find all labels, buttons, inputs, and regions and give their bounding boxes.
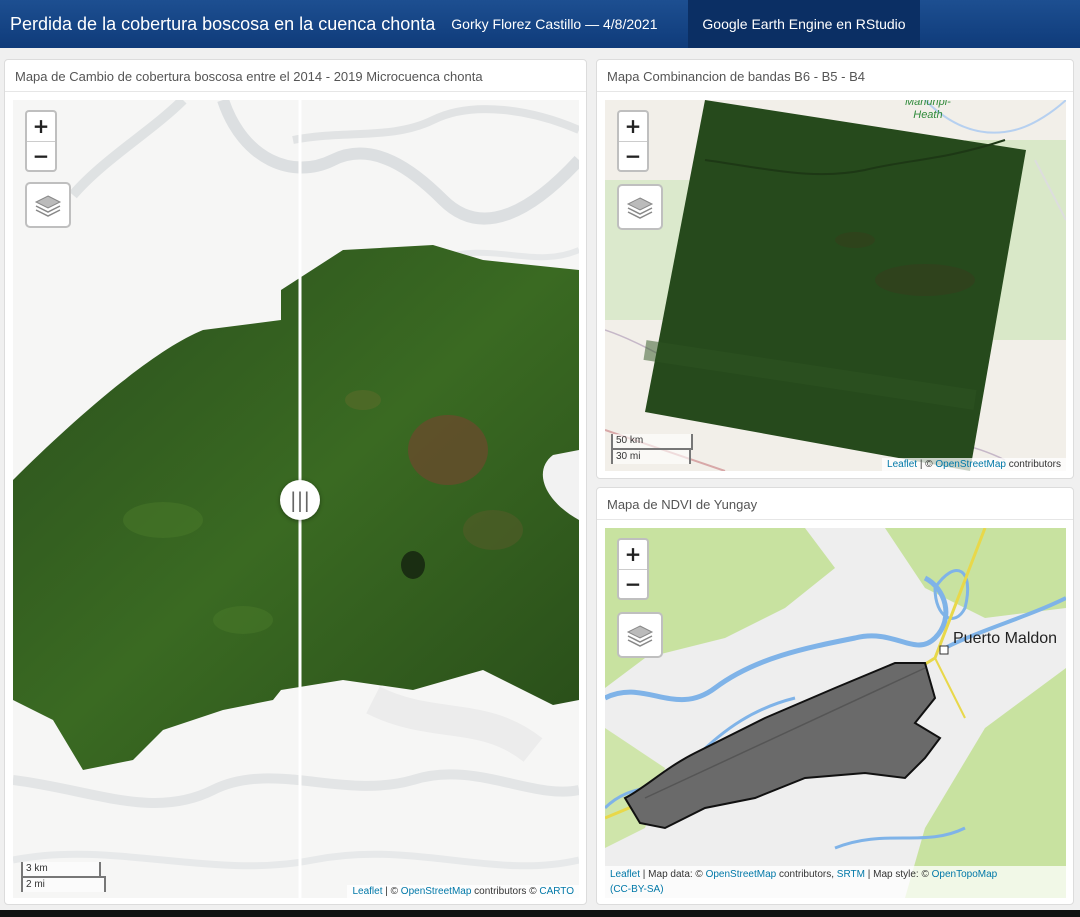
tab-google-earth-engine[interactable]: Google Earth Engine en RStudio bbox=[688, 0, 920, 48]
layers-control[interactable] bbox=[25, 182, 71, 228]
layers-icon bbox=[626, 625, 654, 647]
osm-link[interactable]: OpenStreetMap bbox=[935, 459, 1006, 470]
zoom-out-button[interactable]: − bbox=[619, 141, 647, 170]
place-label-manuripi: Manuripi- Heath bbox=[905, 100, 951, 121]
place-label-puerto-maldonado: Puerto Maldon bbox=[953, 630, 1058, 647]
map-ndvi[interactable]: Puerto Maldon + − Leaflet | Map data: © … bbox=[605, 528, 1066, 898]
zoom-control: + − bbox=[617, 110, 649, 172]
scale-mi: 30 mi bbox=[611, 448, 691, 464]
panel-title: Mapa de NDVI de Yungay bbox=[597, 488, 1073, 520]
panel-forest-change: Mapa de Cambio de cobertura boscosa entr… bbox=[4, 59, 587, 905]
map-attribution: Leaflet | © OpenStreetMap contributors bbox=[882, 458, 1066, 471]
zoom-in-button[interactable]: + bbox=[619, 112, 647, 141]
osm-link[interactable]: OpenStreetMap bbox=[706, 869, 777, 880]
layers-icon bbox=[626, 197, 654, 219]
leaflet-link[interactable]: Leaflet bbox=[610, 869, 640, 880]
panel-title: Mapa de Cambio de cobertura boscosa entr… bbox=[5, 60, 586, 92]
map-band-combination[interactable]: Manuripi- Heath + − 50 km 30 mi Leaflet … bbox=[605, 100, 1066, 471]
bottom-edge bbox=[0, 910, 1080, 917]
zoom-out-button[interactable]: − bbox=[619, 569, 647, 598]
zoom-control: + − bbox=[617, 538, 649, 600]
panel-ndvi: Mapa de NDVI de Yungay Puerto Maldon + − bbox=[596, 487, 1074, 905]
panel-title: Mapa Combinancion de bandas B6 - B5 - B4 bbox=[597, 60, 1073, 92]
osm-link[interactable]: OpenStreetMap bbox=[401, 886, 472, 897]
zoom-control: + − bbox=[25, 110, 57, 172]
scale-bar: 50 km 30 mi bbox=[611, 434, 693, 464]
map-forest-change[interactable]: ||| + − 3 km 2 mi Leaflet | © OpenStreet… bbox=[13, 100, 579, 898]
zoom-in-button[interactable]: + bbox=[27, 112, 55, 141]
scale-mi: 2 mi bbox=[21, 876, 106, 892]
basemap-topo bbox=[605, 528, 1066, 898]
leaflet-link[interactable]: Leaflet bbox=[887, 459, 917, 470]
author-date: Gorky Florez Castillo — 4/8/2021 bbox=[451, 16, 658, 32]
city-marker bbox=[939, 645, 949, 655]
slider-handle[interactable]: ||| bbox=[280, 480, 320, 520]
app-title: Perdida de la cobertura boscosa en la cu… bbox=[10, 13, 436, 34]
cc-by-sa-link[interactable]: (CC-BY-SA) bbox=[610, 884, 664, 895]
carto-link[interactable]: CARTO bbox=[539, 886, 574, 897]
navbar: Perdida de la cobertura boscosa en la cu… bbox=[0, 0, 1080, 48]
srtm-link[interactable]: SRTM bbox=[837, 869, 865, 880]
layers-control[interactable] bbox=[617, 184, 663, 230]
layers-control[interactable] bbox=[617, 612, 663, 658]
leaflet-link[interactable]: Leaflet bbox=[352, 886, 382, 897]
scale-bar: 3 km 2 mi bbox=[21, 862, 106, 892]
layers-icon bbox=[34, 195, 62, 217]
map-attribution: Leaflet | Map data: © OpenStreetMap cont… bbox=[605, 866, 1066, 898]
basemap-osm bbox=[605, 100, 1066, 471]
zoom-out-button[interactable]: − bbox=[27, 141, 55, 170]
panel-band-combination: Mapa Combinancion de bandas B6 - B5 - B4… bbox=[596, 59, 1074, 479]
zoom-in-button[interactable]: + bbox=[619, 540, 647, 569]
opentopomap-link[interactable]: OpenTopoMap bbox=[932, 869, 998, 880]
map-attribution: Leaflet | © OpenStreetMap contributors ©… bbox=[347, 885, 579, 898]
